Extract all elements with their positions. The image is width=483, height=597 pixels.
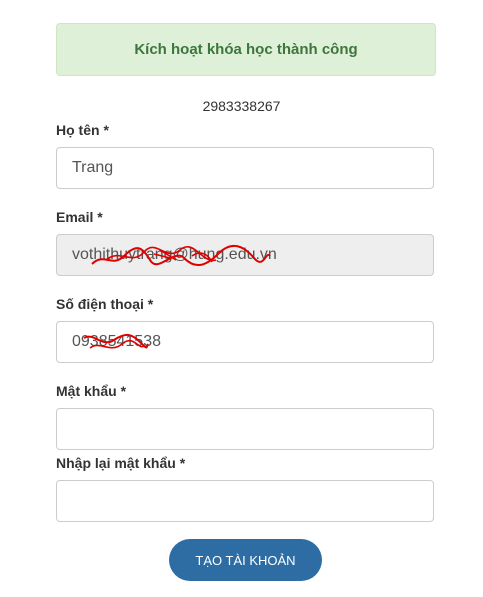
success-alert: Kích hoạt khóa học thành công — [56, 23, 436, 76]
name-label: Họ tên * — [56, 122, 109, 138]
phone-input[interactable] — [56, 321, 434, 363]
email-input[interactable] — [56, 234, 434, 276]
confirm-password-label: Nhập lại mật khẩu * — [56, 455, 186, 471]
success-alert-message: Kích hoạt khóa học thành công — [134, 41, 358, 58]
email-label: Email * — [56, 209, 103, 225]
password-input[interactable] — [56, 408, 434, 450]
phone-label: Số điện thoại * — [56, 296, 154, 312]
confirm-password-input[interactable] — [56, 480, 434, 522]
password-label: Mật khẩu * — [56, 383, 127, 399]
activation-code: 2983338267 — [202, 98, 281, 114]
name-input[interactable] — [56, 147, 434, 189]
create-account-button[interactable]: TẠO TÀI KHOẢN — [169, 539, 322, 581]
